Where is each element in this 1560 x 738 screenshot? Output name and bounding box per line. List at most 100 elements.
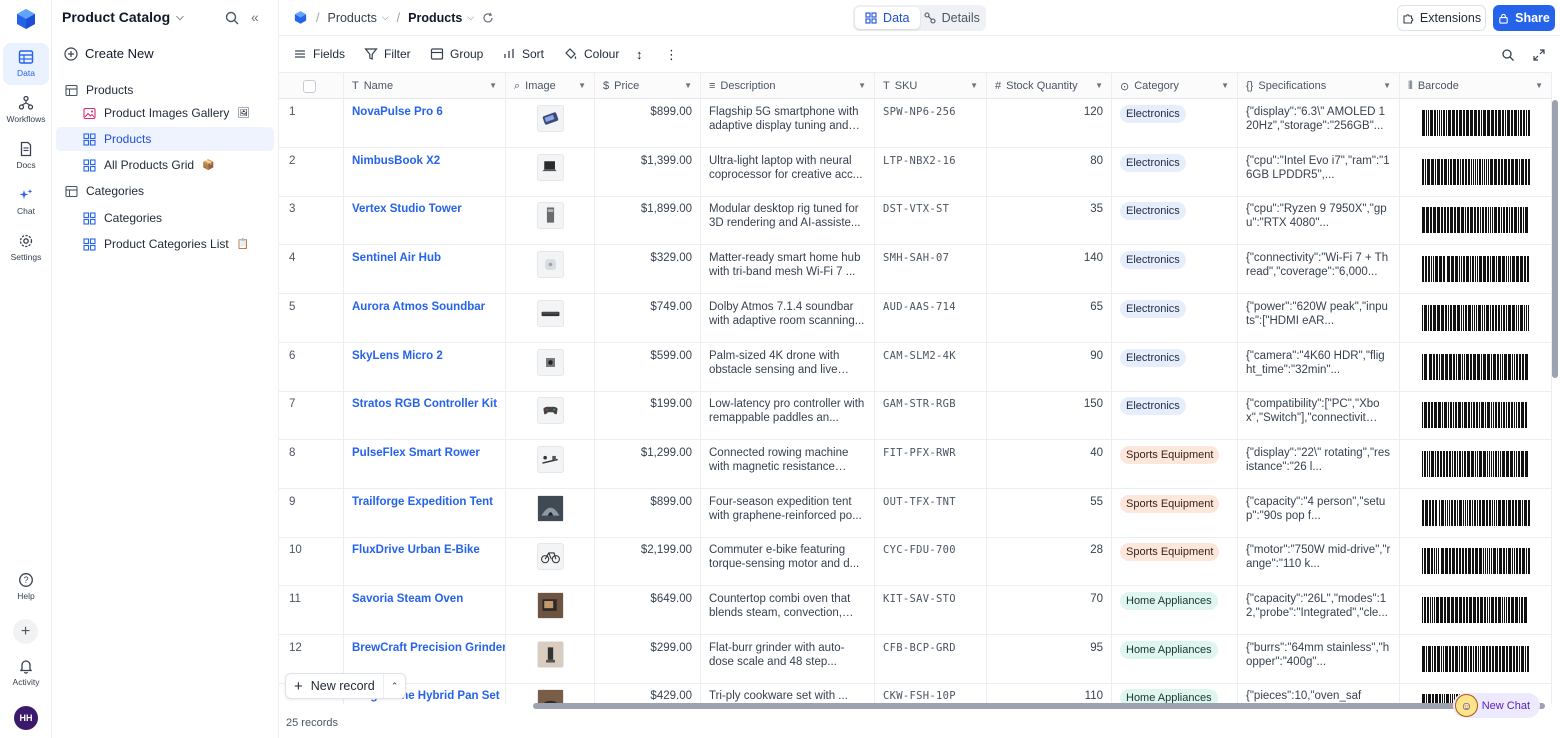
description-cell[interactable]: Four-season expedition tent with graphen… xyxy=(701,488,875,537)
category-cell[interactable]: Sports Equipment xyxy=(1112,537,1238,586)
new-record-main[interactable]: + New record xyxy=(286,678,383,695)
name-cell[interactable]: Stratos RGB Controller Kit xyxy=(344,391,506,440)
sidebar-item-categories[interactable]: Categories xyxy=(56,206,274,230)
name-cell[interactable]: NimbusBook X2 xyxy=(344,147,506,196)
product-name-link[interactable]: Savoria Steam Oven xyxy=(352,593,463,605)
barcode-cell[interactable] xyxy=(1400,342,1552,391)
refresh-icon[interactable] xyxy=(482,12,494,24)
column-header-barcode[interactable]: ⦀ Barcode ▼ xyxy=(1400,73,1552,99)
sku-cell[interactable]: CAM-SLM2-4K xyxy=(875,342,987,391)
vertical-scrollbar[interactable] xyxy=(1552,100,1558,378)
rail-item-workflows[interactable]: Workflows xyxy=(3,89,49,131)
add-workspace-button[interactable]: + xyxy=(13,619,38,644)
column-header-name[interactable]: T Name ▼ xyxy=(344,73,506,99)
name-cell[interactable]: Vertex Studio Tower xyxy=(344,196,506,245)
row-number-cell[interactable]: 11 xyxy=(279,586,344,634)
category-cell[interactable]: Sports Equipment xyxy=(1112,488,1238,537)
rail-item-data[interactable]: Data xyxy=(3,43,49,85)
more-options-button[interactable]: ⋮ xyxy=(665,47,678,63)
column-header-description[interactable]: ≡ Description ▼ xyxy=(701,73,875,99)
chevron-down-icon[interactable]: ⌵ xyxy=(382,12,389,23)
sku-cell[interactable]: GAM-STR-RGB xyxy=(875,391,987,440)
category-cell[interactable]: Electronics xyxy=(1112,147,1238,196)
table-row[interactable]: 10 FluxDrive Urban E-Bike $2,199.00 Commute… xyxy=(279,537,1552,587)
stock-cell[interactable]: 28 xyxy=(987,537,1112,586)
rail-item-docs[interactable]: Docs xyxy=(3,135,49,177)
description-cell[interactable]: Flat-burr grinder with auto-dose scale a… xyxy=(701,634,875,683)
workspace-title[interactable]: Product Catalog ⌵ xyxy=(62,9,184,25)
name-cell[interactable]: Aurora Atmos Soundbar xyxy=(344,293,506,342)
new-chat-button[interactable]: ☺ New Chat xyxy=(1453,693,1540,718)
barcode-cell[interactable] xyxy=(1400,147,1552,196)
column-header-price[interactable]: $ Price ▼ xyxy=(595,73,701,99)
sku-cell[interactable]: AUD-AAS-714 xyxy=(875,293,987,342)
barcode-cell[interactable] xyxy=(1400,537,1552,586)
description-cell[interactable]: Flagship 5G smartphone with adaptive dis… xyxy=(701,99,875,147)
category-cell[interactable]: Electronics xyxy=(1112,196,1238,245)
column-header-sku[interactable]: T SKU ▼ xyxy=(875,73,987,99)
category-cell[interactable]: Electronics xyxy=(1112,293,1238,342)
image-cell[interactable] xyxy=(506,245,595,294)
chevron-down-icon[interactable]: ▼ xyxy=(1095,81,1103,90)
rail-item-activity[interactable]: Activity xyxy=(3,652,49,694)
stock-cell[interactable]: 40 xyxy=(987,439,1112,488)
barcode-cell[interactable] xyxy=(1400,293,1552,342)
price-cell[interactable]: $429.00 xyxy=(595,683,701,704)
group-button[interactable]: Group xyxy=(430,47,483,61)
name-cell[interactable]: Savoria Steam Oven xyxy=(344,586,506,634)
price-cell[interactable]: $1,299.00 xyxy=(595,439,701,488)
chevron-down-icon[interactable]: ▼ xyxy=(1383,81,1391,90)
chevron-down-icon[interactable]: ▼ xyxy=(858,81,866,90)
description-cell[interactable]: Low-latency pro controller with remappab… xyxy=(701,391,875,440)
product-thumbnail[interactable] xyxy=(536,251,564,279)
name-cell[interactable]: Sentinel Air Hub xyxy=(344,245,506,294)
image-cell[interactable] xyxy=(506,537,595,586)
collapse-sidebar-icon[interactable]: « xyxy=(251,9,259,25)
barcode-cell[interactable] xyxy=(1400,196,1552,245)
stock-cell[interactable]: 150 xyxy=(987,391,1112,440)
image-cell[interactable] xyxy=(506,147,595,196)
specifications-cell[interactable]: {"display":"6.3\" AMOLED 120Hz","storage… xyxy=(1238,99,1400,147)
image-cell[interactable] xyxy=(506,196,595,245)
sku-cell[interactable]: LTP-NBX2-16 xyxy=(875,147,987,196)
extensions-button[interactable]: Extensions xyxy=(1397,5,1486,31)
share-button[interactable]: Share xyxy=(1493,5,1555,31)
fields-button[interactable]: Fields xyxy=(293,47,345,61)
row-height-button[interactable]: ↕ xyxy=(636,47,643,62)
chevron-down-icon[interactable]: ▼ xyxy=(970,81,978,90)
price-cell[interactable]: $1,899.00 xyxy=(595,196,701,245)
horizontal-scrollbar[interactable] xyxy=(533,703,1545,709)
table-row[interactable]: 1 NovaPulse Pro 6 $899.00 Flagship 5G smart… xyxy=(279,99,1552,148)
product-name-link[interactable]: BrewCraft Precision Grinder xyxy=(352,642,505,654)
stock-cell[interactable]: 90 xyxy=(987,342,1112,391)
table-row[interactable]: 8 PulseFlex Smart Rower $1,299.00 Connected… xyxy=(279,439,1552,489)
rail-item-help[interactable]: ? Help xyxy=(3,566,49,608)
product-name-link[interactable]: Aurora Atmos Soundbar xyxy=(352,301,485,313)
rail-item-settings[interactable]: Settings xyxy=(3,227,49,269)
chevron-up-icon[interactable]: ⌃ xyxy=(383,674,405,698)
name-cell[interactable]: FluxDrive Urban E-Bike xyxy=(344,537,506,586)
table-row[interactable]: 3 Vertex Studio Tower $1,899.00 Modular des… xyxy=(279,196,1552,246)
specifications-cell[interactable]: {"compatibility":["PC","Xbox","Switch"],… xyxy=(1238,391,1400,440)
image-cell[interactable] xyxy=(506,293,595,342)
row-number-cell[interactable]: 1 xyxy=(279,99,344,147)
specifications-cell[interactable]: {"capacity":"26L","modes":12,"probe":"In… xyxy=(1238,586,1400,634)
category-cell[interactable]: Sports Equipment xyxy=(1112,439,1238,488)
description-cell[interactable]: Matter-ready smart home hub with tri-ban… xyxy=(701,245,875,294)
description-cell[interactable]: Dolby Atmos 7.1.4 soundbar with adaptive… xyxy=(701,293,875,342)
table-row[interactable]: 12 BrewCraft Precision Grinder $299.00 Flat… xyxy=(279,634,1552,684)
sidebar-item-product-categories-list[interactable]: Product Categories List 📋 xyxy=(56,232,274,256)
image-cell[interactable] xyxy=(506,488,595,537)
table-row[interactable]: 11 Savoria Steam Oven $649.00 Countertop co… xyxy=(279,586,1552,635)
description-cell[interactable]: Commuter e-bike featuring torque-sensing… xyxy=(701,537,875,586)
price-cell[interactable]: $1,399.00 xyxy=(595,147,701,196)
chevron-down-icon[interactable]: ⌵ xyxy=(467,12,474,23)
description-cell[interactable]: Ultra-light laptop with neural coprocess… xyxy=(701,147,875,196)
product-thumbnail[interactable] xyxy=(536,689,564,704)
chevron-down-icon[interactable]: ▼ xyxy=(578,81,586,90)
price-cell[interactable]: $899.00 xyxy=(595,99,701,147)
column-header-image[interactable]: ⌕ Image ▼ xyxy=(506,73,595,99)
specifications-cell[interactable]: {"capacity":"4 person","setup":"90s pop … xyxy=(1238,488,1400,537)
barcode-cell[interactable] xyxy=(1400,586,1552,634)
product-name-link[interactable]: NimbusBook X2 xyxy=(352,155,440,167)
